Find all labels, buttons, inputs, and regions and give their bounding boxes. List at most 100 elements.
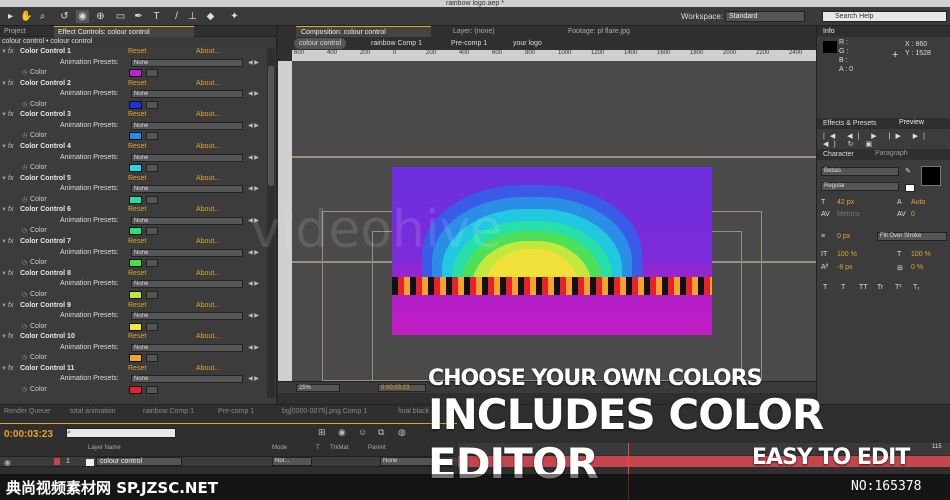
tsume-value[interactable]: 0 % — [911, 264, 923, 271]
tab-layer[interactable]: Layer: (none) — [448, 26, 500, 37]
disclosure-triangle-icon[interactable]: ▼ — [1, 142, 7, 153]
disclosure-triangle-icon[interactable]: ▼ — [1, 47, 7, 58]
disclosure-triangle-icon[interactable]: ▼ — [1, 269, 7, 280]
eyedropper-icon[interactable] — [146, 132, 158, 141]
fx-icon[interactable]: fx — [8, 142, 13, 153]
about-link[interactable]: About... — [196, 174, 220, 185]
tab-effects-presets[interactable]: Effects & Presets — [817, 118, 950, 129]
disclosure-triangle-icon[interactable]: ▼ — [1, 174, 7, 185]
layer-name[interactable]: colour control — [96, 457, 182, 466]
zoom-select[interactable]: 25% — [296, 384, 340, 392]
kerning-value[interactable]: Metrics — [837, 211, 860, 218]
stroke-width-value[interactable]: 0 px — [837, 233, 850, 240]
motion-blur-icon[interactable]: ◍ — [398, 427, 406, 438]
tab-render-queue[interactable]: Render Queue — [4, 407, 50, 417]
reset-link[interactable]: Reset — [128, 174, 146, 185]
eyedropper-icon[interactable] — [146, 195, 158, 204]
tab-footage[interactable]: Footage: pl flare.jpg — [563, 26, 635, 37]
timeline-search-input[interactable]: ⌕ — [66, 428, 176, 438]
preset-nav-arrows-icon[interactable]: ◀ ▶ — [248, 153, 259, 164]
search-help-input[interactable]: Search Help — [822, 11, 947, 22]
clone-stamp-tool-icon[interactable]: ⊥ — [186, 10, 199, 23]
preset-nav-arrows-icon[interactable]: ◀ ▶ — [248, 374, 259, 385]
eyedropper-icon[interactable] — [146, 164, 158, 173]
stopwatch-icon[interactable]: ◷ — [22, 322, 27, 333]
hand-tool-icon[interactable]: ✋ — [20, 10, 33, 23]
tab-total-animation[interactable]: total animation — [70, 407, 116, 417]
reset-link[interactable]: Reset — [128, 332, 146, 343]
color-swatch[interactable] — [129, 354, 142, 363]
tab-project[interactable]: Project — [0, 26, 30, 37]
about-link[interactable]: About... — [196, 332, 220, 343]
color-swatch[interactable] — [129, 164, 142, 173]
scrollbar-thumb[interactable] — [268, 66, 274, 186]
fx-icon[interactable]: fx — [8, 174, 13, 185]
preset-nav-arrows-icon[interactable]: ◀ ▶ — [248, 279, 259, 290]
animation-presets-select[interactable]: None — [131, 185, 243, 194]
about-link[interactable]: About... — [196, 269, 220, 280]
about-link[interactable]: About... — [196, 110, 220, 121]
fx-icon[interactable]: fx — [8, 79, 13, 90]
info-panel-title[interactable]: Info — [817, 26, 950, 37]
color-swatch[interactable] — [129, 290, 142, 299]
tab-composition[interactable]: Composition: colour control — [296, 26, 431, 37]
tab-preview[interactable]: Preview — [899, 119, 924, 126]
stopwatch-icon[interactable]: ◷ — [22, 290, 27, 301]
animation-presets-select[interactable]: None — [131, 375, 243, 384]
pan-behind-tool-icon[interactable]: ⊕ — [94, 10, 107, 23]
font-style-select[interactable]: Regular — [821, 182, 899, 191]
preset-nav-arrows-icon[interactable]: ◀ ▶ — [248, 343, 259, 354]
color-swatch[interactable] — [129, 195, 142, 204]
eyedropper-icon[interactable] — [146, 259, 158, 268]
animation-presets-select[interactable]: None — [131, 121, 243, 130]
reset-link[interactable]: Reset — [128, 301, 146, 312]
fill-color-swatch[interactable] — [921, 166, 941, 186]
stopwatch-icon[interactable]: ◷ — [22, 131, 27, 142]
tab-effect-controls[interactable]: Effect Controls: colour control — [54, 26, 194, 37]
reset-link[interactable]: Reset — [128, 47, 146, 58]
stroke-color-swatch[interactable] — [905, 184, 915, 192]
animation-presets-select[interactable]: None — [131, 248, 243, 257]
horizontal-scale-value[interactable]: 100 % — [911, 251, 931, 258]
type-tool-icon[interactable]: T — [150, 10, 163, 23]
leading-value[interactable]: Auto — [911, 199, 925, 206]
brush-tool-icon[interactable]: / — [170, 10, 183, 23]
reset-link[interactable]: Reset — [128, 237, 146, 248]
disclosure-triangle-icon[interactable]: ▼ — [1, 110, 7, 121]
color-swatch[interactable] — [129, 322, 142, 331]
vertical-scale-value[interactable]: 100 % — [837, 251, 857, 258]
eraser-tool-icon[interactable]: ◆ — [204, 10, 217, 23]
disclosure-triangle-icon[interactable]: ▼ — [1, 205, 7, 216]
fx-icon[interactable]: fx — [8, 237, 13, 248]
rotate-tool-icon[interactable]: ↺ — [58, 10, 71, 23]
preview-controls[interactable]: |◀ ◀| ▶ |▶ ▶| ◀) ↻ ▣ — [823, 132, 950, 148]
subtab-rainbow-comp[interactable]: rainbow Comp 1 — [366, 38, 427, 49]
font-size-value[interactable]: 42 px — [837, 199, 854, 206]
reset-link[interactable]: Reset — [128, 110, 146, 121]
fx-icon[interactable]: fx — [8, 269, 13, 280]
reset-link[interactable]: Reset — [128, 364, 146, 375]
rectangle-tool-icon[interactable]: ▭ — [114, 10, 127, 23]
reset-link[interactable]: Reset — [128, 205, 146, 216]
about-link[interactable]: About... — [196, 142, 220, 153]
about-link[interactable]: About... — [196, 79, 220, 90]
eyedropper-icon[interactable] — [146, 227, 158, 236]
eyedropper-icon[interactable]: ✎ — [905, 167, 911, 175]
animation-presets-select[interactable]: None — [131, 58, 243, 67]
tracking-value[interactable]: 0 — [911, 211, 915, 218]
disclosure-triangle-icon[interactable]: ▼ — [1, 301, 7, 312]
stopwatch-icon[interactable]: ◷ — [22, 258, 27, 269]
stopwatch-icon[interactable]: ◷ — [22, 100, 27, 111]
zoom-tool-icon[interactable]: ⌕ — [36, 10, 49, 23]
reset-link[interactable]: Reset — [128, 269, 146, 280]
camera-tool-icon[interactable]: ◉ — [76, 10, 89, 23]
eyedropper-icon[interactable] — [146, 385, 158, 394]
font-family-select[interactable]: Bebas — [821, 167, 899, 176]
about-link[interactable]: About... — [196, 205, 220, 216]
preset-nav-arrows-icon[interactable]: ◀ ▶ — [248, 121, 259, 132]
fx-icon[interactable]: fx — [8, 47, 13, 58]
frame-blending-icon[interactable]: ⧉ — [378, 427, 384, 438]
format-button[interactable]: T — [841, 284, 845, 291]
disclosure-triangle-icon[interactable]: ▼ — [1, 237, 7, 248]
fx-icon[interactable]: fx — [8, 205, 13, 216]
